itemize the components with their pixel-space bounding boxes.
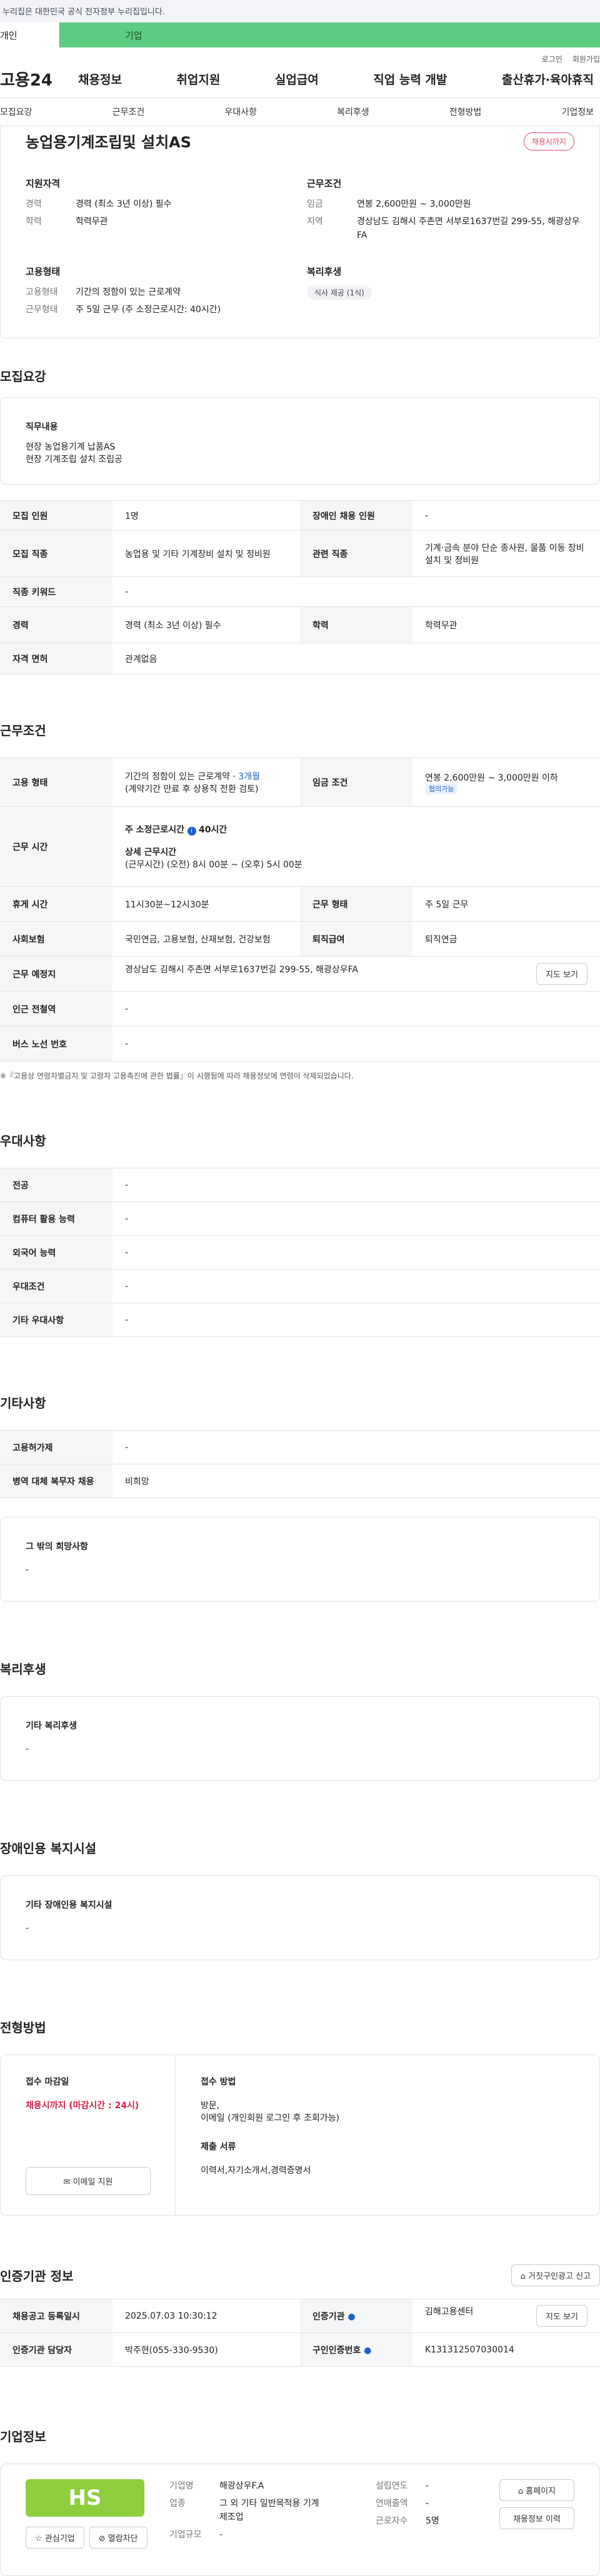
star-icon: ☆ [35,2534,45,2544]
mail-icon: ✉ [63,2178,73,2187]
summary-employment: 고용형태 고용형태 기간의 정함이 있는 근로계약 근무형태 주 5일 근무 (주 … [26,265,307,320]
section-title-benefit: 복리후생 [0,1662,46,1677]
selection-box: 접수 마감일 채용시까지 (마감시간 : 24시) ✉ 이메일 지원 접수 방법… [0,2055,600,2216]
tab-personal[interactable]: 개인 [0,22,59,47]
etc-table: 고용허가제 - 병역 대체 복무자 채용 비희망 [0,1430,600,1498]
company-logo: HS [26,2479,144,2517]
site-logo[interactable]: 고용24 [0,67,78,91]
org-map-button[interactable]: 지도 보기 [536,2305,588,2327]
cond-region: 경상남도 김해시 주촌면 서부로1637번길 299-55, 해광상우FA [357,217,580,240]
qual-title: 지원자격 [26,178,61,189]
cond-wage: 연봉 2,600만원 ~ 3,000만원 [357,199,471,209]
duty-line-1: 현장 농업용기계 납품AS [26,442,116,452]
info-icon[interactable]: ● [364,2346,371,2356]
company-box: HS ☆ 관심기업 ⊘ 열람차단 기업명 해광상우F.A 업종 그 외 기타 일반목… [0,2464,600,2576]
other-wish-box: 그 밖의 희망사항 - [0,1517,600,1602]
block-icon: ⊘ [98,2534,108,2544]
homepage-button[interactable]: ⌂ 홈페이지 [499,2479,574,2501]
section-title-selection: 전형방법 [0,2020,46,2035]
gnb-item-support[interactable]: 취업지원 [176,71,220,87]
anchor-recruit[interactable]: 모집요강 [0,106,32,118]
benefit-box: 기타 복리후생 - [0,1696,600,1781]
gov-notice-text: 이 누리집은 대한민국 공식 전자정부 누리집입니다. [0,7,165,17]
qual-edu: 학력무관 [76,217,108,227]
anchor-work[interactable]: 근무조건 [112,106,145,118]
gov-notice-bar: 이 누리집은 대한민국 공식 전자정부 누리집입니다. [0,0,600,22]
global-nav: 고용24 채용정보 취업지원 실업급여 직업 능력 개발 출산휴가·육아휴직 [0,47,600,97]
summary-qualification: 지원자격 경력 경력 (최소 3년 이상) 필수 학력 학력무관 [26,177,307,246]
history-button[interactable]: 채용정보 이력 [499,2507,574,2529]
info-icon[interactable]: ● [348,2312,355,2322]
qual-exp: 경력 (최소 3년 이상) 필수 [76,199,172,209]
work-type: 주 5일 근무 (주 소정근로시간: 40시간) [76,305,221,315]
block-button[interactable]: ⊘ 열람차단 [89,2527,148,2549]
house-icon: ⌂ [520,2272,529,2281]
section-title-company: 기업정보 [0,2429,46,2444]
section-title-recruit: 모집요강 [0,369,46,384]
summary-condition: 근무조건 임금 연봉 2,600만원 ~ 3,000만원 지역 경상남도 김해시 주… [307,177,587,246]
facility-box: 기타 장애인용 복지시설 - [0,1875,600,1960]
anchor-pref[interactable]: 우대사항 [224,106,257,118]
email-apply-button[interactable]: ✉ 이메일 지원 [26,2167,151,2195]
recruit-table: 모집 인원 1명 장애인 채용 인원 - 모집 직종 농업용 및 기타 기계장비 설치 … [0,500,600,674]
favorite-button[interactable]: ☆ 관심기업 [26,2527,84,2549]
age-note: ※『고용상 연령차별금지 및 고령자 고용촉진에 관한 법률』이 시행됨에 따라… [0,1072,354,1080]
map-button[interactable]: 지도 보기 [536,963,588,985]
job-summary-card: 농업용기계조립및 설치AS 채용시까지 지원자격 경력 경력 (최소 3년 이상)… [0,126,600,338]
section-title-pref: 우대사항 [0,1133,46,1148]
duty-line-2: 현장 기계조립 설치 조립공 [26,455,123,465]
gnb-item-leave[interactable]: 출산휴가·육아휴직 [502,71,594,87]
home-icon: ⌂ [518,2487,526,2496]
deadline-text: 채용시까지 (마감시간 : 24시) [26,2101,139,2111]
job-title: 농업용기계조립및 설치AS [26,134,192,151]
gnb-item-jobs[interactable]: 채용정보 [78,71,122,87]
gnb-item-benefit[interactable]: 실업급여 [275,71,319,87]
emp-type: 기간의 정함이 있는 근로계약 [76,287,181,297]
welfare-chip: 식사 제공 (1식) [307,285,372,300]
tab-corporate[interactable]: 기업 [59,22,600,47]
section-title-etc: 기타사항 [0,1396,46,1411]
cert-table: 채용공고 등록일시 2025.07.03 10:30:12 인증기관 ● 김해고용센터… [0,2299,600,2367]
section-title-facility: 장애인용 복지시설 [0,1841,97,1856]
wage-negotiable-chip: 협의가능 [425,783,458,794]
info-icon[interactable]: i [187,826,196,836]
duty-box: 직무내용 현장 농업용기계 납품AS 현장 기계조립 설치 조립공 [0,397,600,485]
cond-title: 근무조건 [307,178,342,189]
anchor-company[interactable]: 기업정보 [561,106,594,118]
pref-table: 전공 - 컴퓨터 활용 능력 - 외국어 능력 - 우대조건 - 기타 우대사항 - [0,1168,600,1337]
section-title-cert: 인증기관 정보 [0,2269,74,2284]
member-tabs: 개인 기업 [0,22,600,47]
anchor-welfare[interactable]: 복리후생 [337,106,369,118]
anchor-nav: 모집요강 근무조건 우대사항 복리후생 전형방법 기업정보 [0,97,600,126]
report-button[interactable]: ⌂ 거짓구인광고 신고 [511,2264,600,2286]
work-table: 고용 형태 기간의 정함이 있는 근로계약 · 3개월 (계약기간 만료 후 상용직… [0,758,600,1062]
status-badge: 채용시까지 [523,132,574,151]
gnb-item-training[interactable]: 직업 능력 개발 [373,71,447,87]
anchor-selection[interactable]: 전형방법 [449,106,482,118]
section-title-work: 근무조건 [0,723,46,738]
summary-welfare: 복리후생 식사 제공 (1식) [307,265,587,320]
